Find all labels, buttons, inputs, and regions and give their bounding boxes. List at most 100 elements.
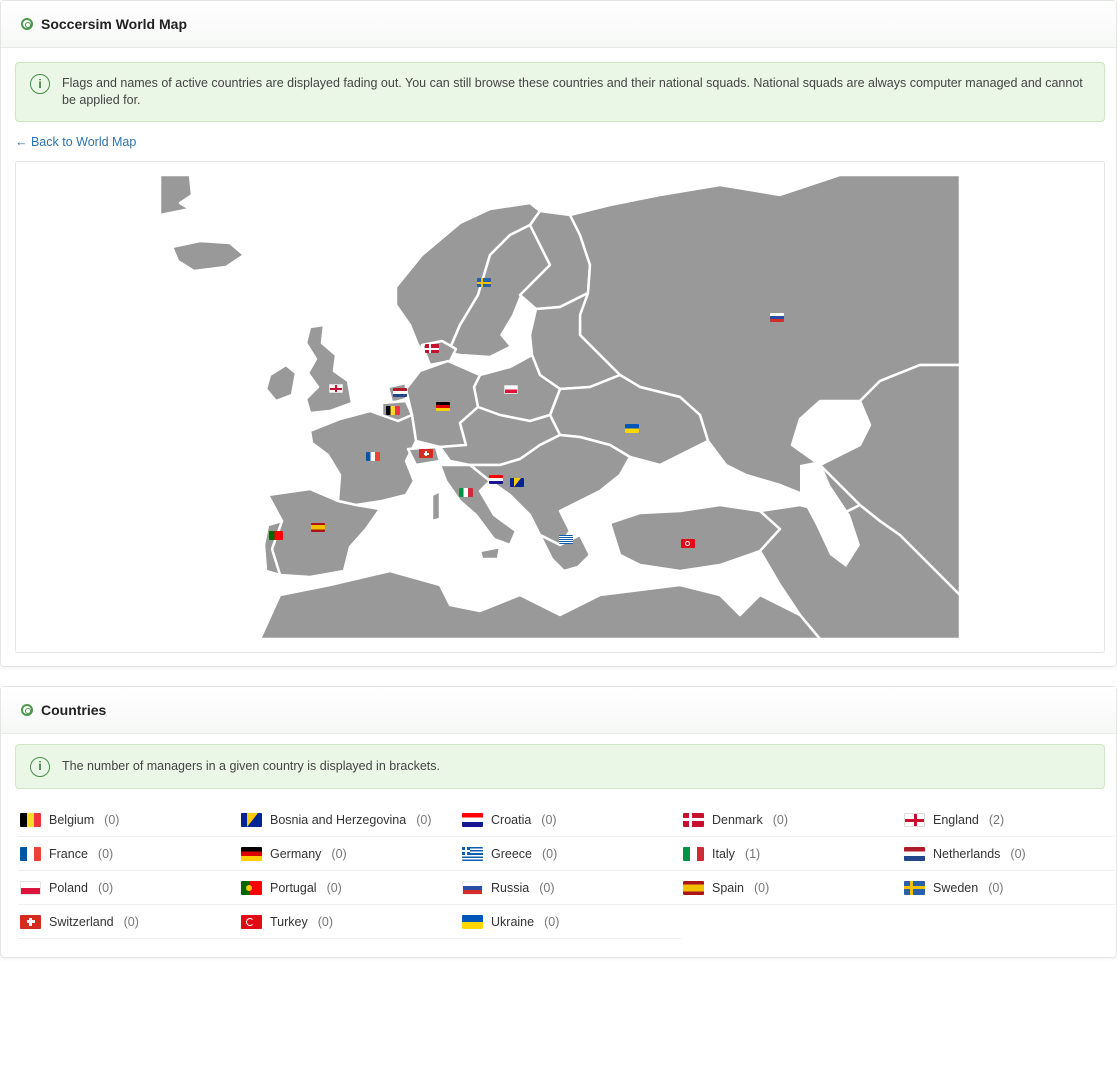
country-name[interactable]: Poland: [49, 881, 88, 895]
manager-count: (0): [544, 914, 560, 929]
denmark-flag-icon: [683, 812, 704, 827]
ukraine-map-flag[interactable]: [625, 424, 639, 433]
back-to-world-map-link[interactable]: ← Back to World Map: [15, 135, 136, 149]
portugal-flag-icon: [241, 880, 262, 895]
country-item-france[interactable]: France (0): [18, 837, 239, 871]
panel-header: Soccersim World Map: [1, 1, 1116, 48]
country-item-bosnia[interactable]: Bosnia and Herzegovina (0): [239, 803, 460, 837]
country-name[interactable]: Denmark: [712, 813, 763, 827]
denmark-map-flag[interactable]: [425, 344, 439, 353]
poland-flag-icon: [20, 880, 41, 895]
countries-row: Poland (0) Portugal (0) Russia (0) Spain…: [18, 871, 1117, 905]
sardinia-shape: [430, 489, 442, 523]
country-name[interactable]: Russia: [491, 881, 529, 895]
europe-map[interactable]: [15, 161, 1105, 653]
info-box: i The number of managers in a given coun…: [15, 744, 1105, 789]
germany-flag-icon: [241, 846, 262, 861]
country-item-switzerland[interactable]: Switzerland (0): [18, 905, 239, 939]
england-flag-icon: [904, 812, 925, 827]
country-item-croatia[interactable]: Croatia (0): [460, 803, 681, 837]
croatia-flag-icon: [462, 812, 483, 827]
country-item-italy[interactable]: Italy (1): [681, 837, 902, 871]
manager-count: (0): [988, 880, 1004, 895]
netherlands-flag-icon: [904, 846, 925, 861]
greece-map-flag[interactable]: [559, 535, 573, 544]
croatia-map-flag[interactable]: [489, 475, 503, 484]
manager-count: (0): [539, 880, 555, 895]
country-name[interactable]: Croatia: [491, 813, 531, 827]
turkey-map-flag[interactable]: [681, 539, 695, 548]
country-item-sweden[interactable]: Sweden (0): [902, 871, 1117, 905]
spain-flag-icon: [683, 880, 704, 895]
panel-title: Soccersim World Map: [41, 16, 188, 32]
target-icon: [21, 704, 33, 716]
sweden-flag-icon: [904, 880, 925, 895]
country-item-greece[interactable]: Greece (0): [460, 837, 681, 871]
country-item-poland[interactable]: Poland (0): [18, 871, 239, 905]
country-item-spain[interactable]: Spain (0): [681, 871, 902, 905]
manager-count: (0): [317, 914, 334, 929]
country-item-belgium[interactable]: Belgium (0): [18, 803, 239, 837]
country-item-england[interactable]: England (2): [902, 803, 1117, 837]
netherlands-map-flag[interactable]: [393, 388, 407, 397]
bosnia-flag-icon: [241, 812, 262, 827]
spain-map-flag[interactable]: [311, 523, 325, 532]
country-item-denmark[interactable]: Denmark (0): [681, 803, 902, 837]
info-text: The number of managers in a given countr…: [62, 759, 440, 773]
country-name[interactable]: Greece: [491, 847, 532, 861]
bosnia-map-flag[interactable]: [510, 478, 524, 487]
germany-map-flag[interactable]: [436, 402, 450, 411]
country-item-netherlands[interactable]: Netherlands (0): [902, 837, 1117, 871]
country-name[interactable]: England: [933, 813, 979, 827]
country-name[interactable]: Bosnia and Herzegovina: [270, 813, 406, 827]
europe-map-svg[interactable]: [160, 175, 960, 639]
info-icon: i: [30, 74, 50, 94]
country-item-turkey[interactable]: Turkey (0): [239, 905, 460, 939]
poland-map-flag[interactable]: [504, 385, 518, 394]
manager-count: (1): [744, 846, 761, 861]
world-map-panel: Soccersim World Map i Flags and names of…: [0, 0, 1117, 667]
sweden-map-flag[interactable]: [477, 278, 491, 287]
manager-count: (0): [541, 812, 557, 827]
manager-count: (0): [104, 812, 120, 827]
turkey-flag-icon: [241, 914, 262, 929]
country-name[interactable]: Belgium: [49, 813, 94, 827]
belgium-map-flag[interactable]: [386, 406, 400, 415]
manager-count: (0): [331, 846, 347, 861]
country-name[interactable]: Turkey: [270, 915, 308, 929]
belgium-flag-icon: [20, 812, 41, 827]
portugal-map-flag[interactable]: [269, 531, 283, 540]
country-name[interactable]: Germany: [270, 847, 321, 861]
countries-grid: Belgium (0) Bosnia and Herzegovina (0) C…: [18, 803, 1117, 939]
info-icon: i: [30, 756, 50, 777]
country-name[interactable]: Ukraine: [491, 915, 534, 929]
countries-row: Belgium (0) Bosnia and Herzegovina (0) C…: [18, 803, 1117, 837]
country-name[interactable]: Switzerland: [49, 915, 114, 929]
country-item-ukraine[interactable]: Ukraine (0): [460, 905, 681, 939]
country-item-russia[interactable]: Russia (0): [460, 871, 681, 905]
france-map-flag[interactable]: [366, 452, 380, 461]
manager-count: (0): [772, 812, 788, 827]
manager-count: (0): [753, 880, 770, 895]
country-name[interactable]: Italy: [712, 847, 735, 861]
russia-map-flag[interactable]: [770, 313, 784, 322]
russia-flag-icon: [462, 880, 483, 895]
manager-count: (2): [988, 812, 1005, 827]
switzerland-flag-icon: [20, 914, 41, 929]
country-name[interactable]: Sweden: [933, 881, 978, 895]
panel-header: Countries: [1, 687, 1116, 734]
country-name[interactable]: France: [49, 847, 88, 861]
italy-map-flag[interactable]: [459, 488, 473, 497]
info-text: Flags and names of active countries are …: [62, 76, 1083, 107]
greece-flag-icon: [462, 846, 483, 861]
switzerland-map-flag[interactable]: [419, 449, 433, 458]
italy-flag-icon: [683, 846, 704, 861]
country-item-portugal[interactable]: Portugal (0): [239, 871, 460, 905]
country-name[interactable]: Portugal: [270, 881, 317, 895]
country-item-germany[interactable]: Germany (0): [239, 837, 460, 871]
country-name[interactable]: Spain: [712, 881, 744, 895]
country-name[interactable]: Netherlands: [933, 847, 1000, 861]
france-flag-icon: [20, 846, 41, 861]
manager-count: (0): [1010, 846, 1026, 861]
england-map-flag[interactable]: [329, 384, 343, 393]
